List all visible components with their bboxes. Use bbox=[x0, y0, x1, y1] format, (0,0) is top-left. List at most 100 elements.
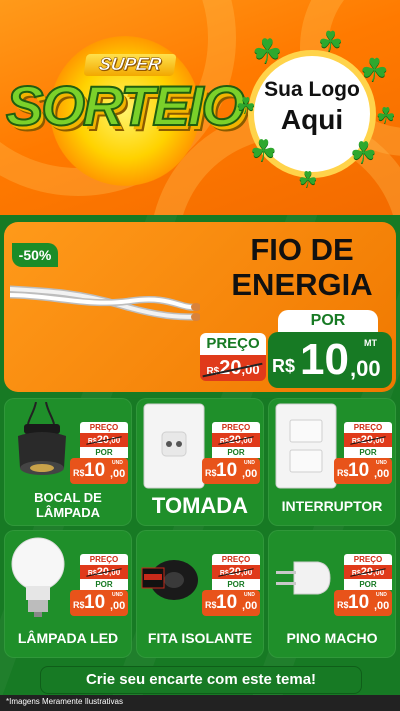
price-tag: R$ 10 ,00 UND bbox=[334, 458, 392, 484]
por-label: POR bbox=[80, 447, 128, 458]
logo-line1: Sua Logo bbox=[264, 78, 360, 101]
old-price: R$20,00 bbox=[344, 433, 392, 447]
currency: R$ bbox=[337, 468, 349, 478]
unit: UND bbox=[376, 592, 387, 598]
hero-price-box: R$ 10 ,00 MT bbox=[268, 332, 392, 388]
product-name: LÂMPADA LED bbox=[17, 630, 119, 646]
price-cents: ,00 bbox=[242, 600, 258, 612]
old-int: 20 bbox=[96, 566, 110, 578]
clover-icon: ☘ bbox=[350, 137, 377, 170]
old-int: 20 bbox=[360, 566, 374, 578]
product-name: INTERRUPTOR bbox=[281, 498, 383, 514]
price-tag: R$ 10 ,00 UND bbox=[70, 590, 128, 616]
price-cents: ,00 bbox=[242, 468, 258, 480]
clover-icon: ☘ bbox=[376, 103, 396, 128]
preco-label: PREÇO bbox=[212, 554, 260, 565]
clover-icon: ☘ bbox=[252, 33, 283, 71]
old-currency: R$ bbox=[351, 438, 361, 445]
hero-old-currency: R$ bbox=[206, 366, 220, 377]
preco-label: PREÇO bbox=[344, 422, 392, 433]
price-cents: ,00 bbox=[374, 468, 390, 480]
product-name: FITA ISOLANTE bbox=[147, 630, 253, 646]
led-bulb-image bbox=[11, 537, 65, 617]
logo-sorteio-text: SORTEIO bbox=[5, 74, 246, 137]
old-currency: R$ bbox=[219, 438, 229, 445]
hero-old-cents: ,00 bbox=[241, 362, 260, 377]
por-label: POR bbox=[344, 447, 392, 458]
hero-old-price: R$20,00 bbox=[200, 355, 266, 381]
old-int: 20 bbox=[228, 566, 242, 578]
currency: R$ bbox=[205, 468, 217, 478]
price-cents: ,00 bbox=[374, 600, 390, 612]
price-tag: R$ 10 ,00 UND bbox=[334, 590, 392, 616]
price-int: 10 bbox=[348, 460, 370, 481]
plug-image bbox=[276, 561, 331, 595]
old-price: R$20,00 bbox=[344, 565, 392, 579]
old-currency: R$ bbox=[351, 570, 361, 577]
price-tag: R$ 10 ,00 UND bbox=[70, 458, 128, 484]
old-int: 20 bbox=[228, 434, 242, 446]
logo-line2: Aqui bbox=[280, 104, 344, 135]
product-name: TOMADA bbox=[151, 493, 249, 518]
clover-icon: ☘ bbox=[318, 26, 344, 57]
old-cents: ,00 bbox=[109, 568, 121, 577]
preco-label: PREÇO bbox=[344, 554, 392, 565]
old-cents: ,00 bbox=[109, 436, 121, 445]
product-name: PINO MACHO bbox=[286, 630, 378, 646]
price-int: 10 bbox=[216, 592, 238, 613]
discount-badge: -50% bbox=[12, 243, 58, 267]
price-int: 10 bbox=[348, 592, 370, 613]
clover-icon: ☘ bbox=[236, 93, 256, 118]
old-price: R$20,00 bbox=[80, 565, 128, 579]
hero-price-int: 10 bbox=[300, 335, 349, 384]
price-tag: R$ 10 ,00 UND bbox=[202, 458, 260, 484]
hero-unit: MT bbox=[364, 338, 377, 348]
hero-currency: R$ bbox=[272, 356, 296, 376]
switch-image bbox=[275, 403, 337, 489]
price-tag: R$ 10 ,00 UND bbox=[202, 590, 260, 616]
old-int: 20 bbox=[360, 434, 374, 446]
old-cents: ,00 bbox=[241, 436, 253, 445]
tape-image bbox=[141, 560, 198, 600]
unit: UND bbox=[112, 592, 123, 598]
product-name: BOCAL DE bbox=[34, 490, 102, 505]
clover-icon: ☘ bbox=[360, 52, 389, 88]
product-name-line2: LÂMPADA bbox=[35, 505, 101, 520]
old-cents: ,00 bbox=[373, 568, 385, 577]
disclaimer-note: *Imagens Meramente Ilustrativas bbox=[6, 697, 123, 706]
por-label: POR bbox=[212, 579, 260, 590]
hero-por-label: POR bbox=[278, 310, 378, 332]
hero-old-int: 20 bbox=[219, 357, 242, 379]
socket-image bbox=[18, 402, 66, 475]
preco-label: PREÇO bbox=[80, 422, 128, 433]
currency: R$ bbox=[205, 600, 217, 610]
currency: R$ bbox=[73, 600, 85, 610]
old-price: R$20,00 bbox=[212, 565, 260, 579]
unit: UND bbox=[376, 460, 387, 466]
por-label: POR bbox=[344, 579, 392, 590]
old-currency: R$ bbox=[219, 570, 229, 577]
price-int: 10 bbox=[216, 460, 238, 481]
price-cents: ,00 bbox=[110, 600, 126, 612]
price-cents: ,00 bbox=[110, 468, 126, 480]
preco-label: PREÇO bbox=[80, 554, 128, 565]
old-cents: ,00 bbox=[373, 436, 385, 445]
por-label: POR bbox=[212, 447, 260, 458]
hero-title-line2: ENERGIA bbox=[231, 267, 373, 302]
clover-icon: ☘ bbox=[298, 167, 318, 192]
old-cents: ,00 bbox=[241, 568, 253, 577]
old-currency: R$ bbox=[87, 570, 97, 577]
preco-label: PREÇO bbox=[212, 422, 260, 433]
cable-image bbox=[10, 285, 200, 321]
hero-price-cents: ,00 bbox=[350, 356, 381, 381]
currency: R$ bbox=[337, 600, 349, 610]
cta-button[interactable]: Crie seu encarte com este tema! bbox=[40, 666, 362, 694]
old-price: R$20,00 bbox=[80, 433, 128, 447]
currency: R$ bbox=[73, 468, 85, 478]
price-int: 10 bbox=[84, 592, 106, 613]
unit: UND bbox=[244, 592, 255, 598]
unit: UND bbox=[244, 460, 255, 466]
old-price: R$20,00 bbox=[212, 433, 260, 447]
old-currency: R$ bbox=[87, 438, 97, 445]
old-int: 20 bbox=[96, 434, 110, 446]
